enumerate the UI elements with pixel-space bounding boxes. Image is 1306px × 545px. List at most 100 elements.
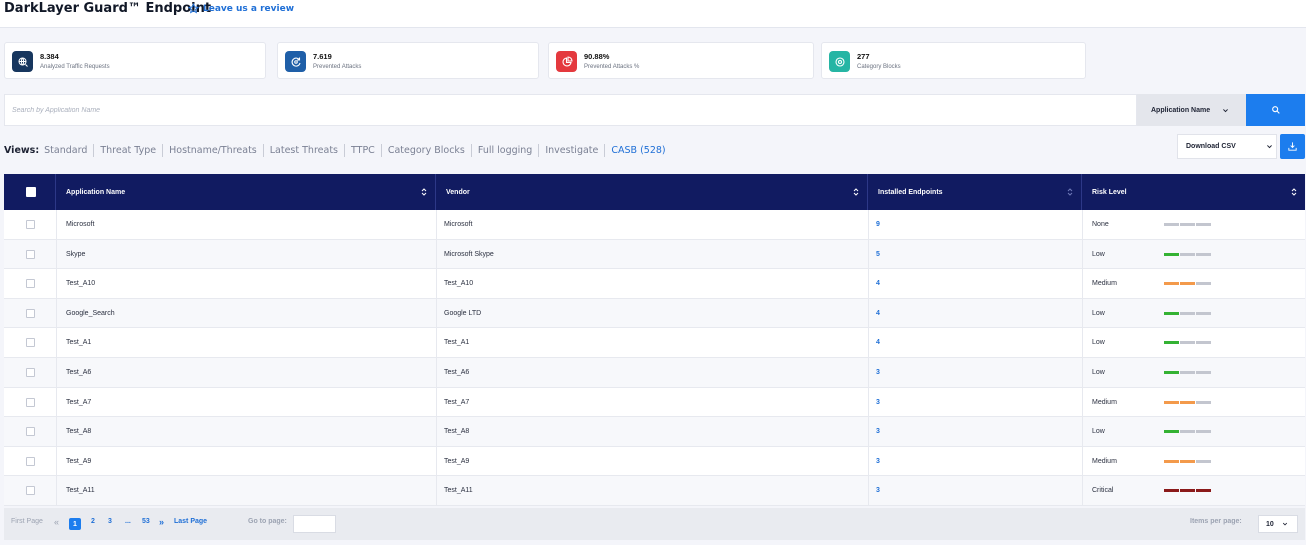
chevron-down-icon [1282,522,1287,526]
goto-page-input[interactable] [293,515,336,533]
risk-meter [1164,489,1211,493]
search-filter-select[interactable]: Application Name [1137,94,1246,126]
cell-installed-endpoints-link[interactable]: 3 [876,417,880,447]
cell-installed-endpoints-link[interactable]: 3 [876,388,880,418]
row-checkbox[interactable] [26,486,35,496]
column-label: Application Name [66,188,126,196]
column-divider [1082,417,1083,446]
table-row[interactable]: Test_A10 Test_A10 4 Medium [4,269,1305,299]
cell-installed-endpoints-link[interactable]: 3 [876,476,880,506]
cell-application: Test_A11 [66,487,95,495]
column-divider [56,239,57,269]
first-page-link[interactable]: First Page [11,518,43,525]
items-per-page-select[interactable]: 10 [1258,515,1298,533]
cell-installed-endpoints-link[interactable]: 9 [876,210,880,240]
pagination-bar: First Page « 1 2 3 ... 53 » Last Page Go… [4,508,1305,540]
risk-segment [1196,459,1211,463]
view-tab-category-blocks[interactable]: Category Blocks [382,144,472,157]
view-tab-threat-type[interactable]: Threat Type [94,144,164,157]
row-checkbox[interactable] [26,338,35,348]
table-row[interactable]: Test_A11 Test_A11 3 Critical [4,476,1305,506]
risk-segment [1164,430,1179,434]
page-link[interactable]: 2 [91,518,95,525]
review-link[interactable]: Leave us a review [188,3,294,14]
table-row[interactable]: Google_Search Google LTD 4 Low [4,298,1305,329]
stat-label: Prevented Attacks % [584,64,640,70]
column-header-risk-level[interactable]: Risk Level [1082,174,1305,210]
column-divider [1082,387,1083,417]
search-box [4,94,1137,126]
cell-installed-endpoints-link[interactable]: 5 [876,240,880,270]
column-divider [56,357,57,387]
view-tab-investigate[interactable]: Investigate [539,144,606,157]
sort-icon [1291,188,1297,196]
view-tab-latest-threats[interactable]: Latest Threats [264,144,345,157]
prev-page-icon[interactable]: « [54,517,59,527]
table-body: Microsoft Microsoft 9 None Skype Microsoft Sk… [4,210,1305,506]
column-header-installed-endpoints[interactable]: Installed Endpoints [868,174,1082,210]
risk-segment [1180,223,1195,226]
row-checkbox[interactable] [26,367,35,377]
table-row[interactable]: Test_A7 Test_A7 3 Medium [4,387,1305,418]
column-divider [56,387,57,417]
next-page-icon[interactable]: » [159,517,164,527]
risk-segment [1180,370,1195,374]
cell-installed-endpoints-link[interactable]: 4 [876,269,880,299]
column-divider [436,446,437,476]
risk-segment [1196,223,1211,226]
risk-segment [1196,489,1211,493]
row-checkbox[interactable] [26,279,35,289]
download-button[interactable] [1280,134,1305,159]
view-tab-full-logging[interactable]: Full logging [472,144,540,157]
row-checkbox[interactable] [26,249,35,259]
search-button[interactable] [1246,94,1305,126]
last-page-link[interactable]: Last Page [174,518,207,525]
cell-installed-endpoints-link[interactable]: 3 [876,358,880,388]
stat-card-category-blocks: 277 Category Blocks [821,42,1086,79]
cell-risk-level: Medium [1092,280,1117,288]
select-all-cell [4,174,56,210]
risk-segment [1196,400,1211,404]
row-checkbox[interactable] [26,427,35,437]
row-checkbox[interactable] [26,220,35,229]
cell-installed-endpoints-link[interactable]: 3 [876,447,880,477]
table-row[interactable]: Microsoft Microsoft 9 None [4,210,1305,240]
row-checkbox[interactable] [26,456,35,466]
view-tab-casb[interactable]: CASB (528) [605,144,671,157]
column-divider [436,239,437,269]
stat-value: 90.88% [584,52,610,61]
table-row[interactable]: Skype Microsoft Skype 5 Low [4,239,1305,270]
row-checkbox[interactable] [26,308,35,318]
table-row[interactable]: Test_A8 Test_A8 3 Low [4,417,1305,447]
table-row[interactable]: Test_A1 Test_A1 4 Low [4,328,1305,358]
search-input[interactable] [5,95,1136,125]
column-divider [436,298,437,328]
column-header-application[interactable]: Application Name [56,174,436,210]
view-tab-ttpc[interactable]: TTPC [345,144,382,157]
risk-segment [1164,489,1179,493]
column-divider [56,210,57,239]
cell-risk-level: Low [1092,250,1105,258]
view-tab-hostname-threats[interactable]: Hostname/Threats [163,144,264,157]
cell-vendor: Test_A10 [444,280,474,288]
page-link[interactable]: 3 [108,518,112,525]
table-row[interactable]: Test_A6 Test_A6 3 Low [4,357,1305,388]
download-icon [1288,142,1297,151]
risk-segment [1164,459,1179,463]
cell-installed-endpoints-link[interactable]: 4 [876,299,880,329]
stat-label: Analyzed Traffic Requests [40,64,110,70]
page-link-current[interactable]: 1 [69,518,81,530]
page-link[interactable]: 53 [142,518,150,525]
pie-chart-icon [556,51,577,72]
stat-label: Category Blocks [857,64,901,70]
column-divider [56,417,57,446]
select-all-checkbox[interactable] [26,187,36,197]
view-tab-standard[interactable]: Standard [44,144,95,157]
cell-installed-endpoints-link[interactable]: 4 [876,328,880,358]
risk-segment [1164,282,1179,286]
table-row[interactable]: Test_A9 Test_A9 3 Medium [4,446,1305,477]
row-checkbox[interactable] [26,397,35,407]
download-format-select[interactable]: Download CSV [1177,134,1277,159]
column-header-vendor[interactable]: Vendor [436,174,868,210]
risk-segment [1164,341,1179,345]
